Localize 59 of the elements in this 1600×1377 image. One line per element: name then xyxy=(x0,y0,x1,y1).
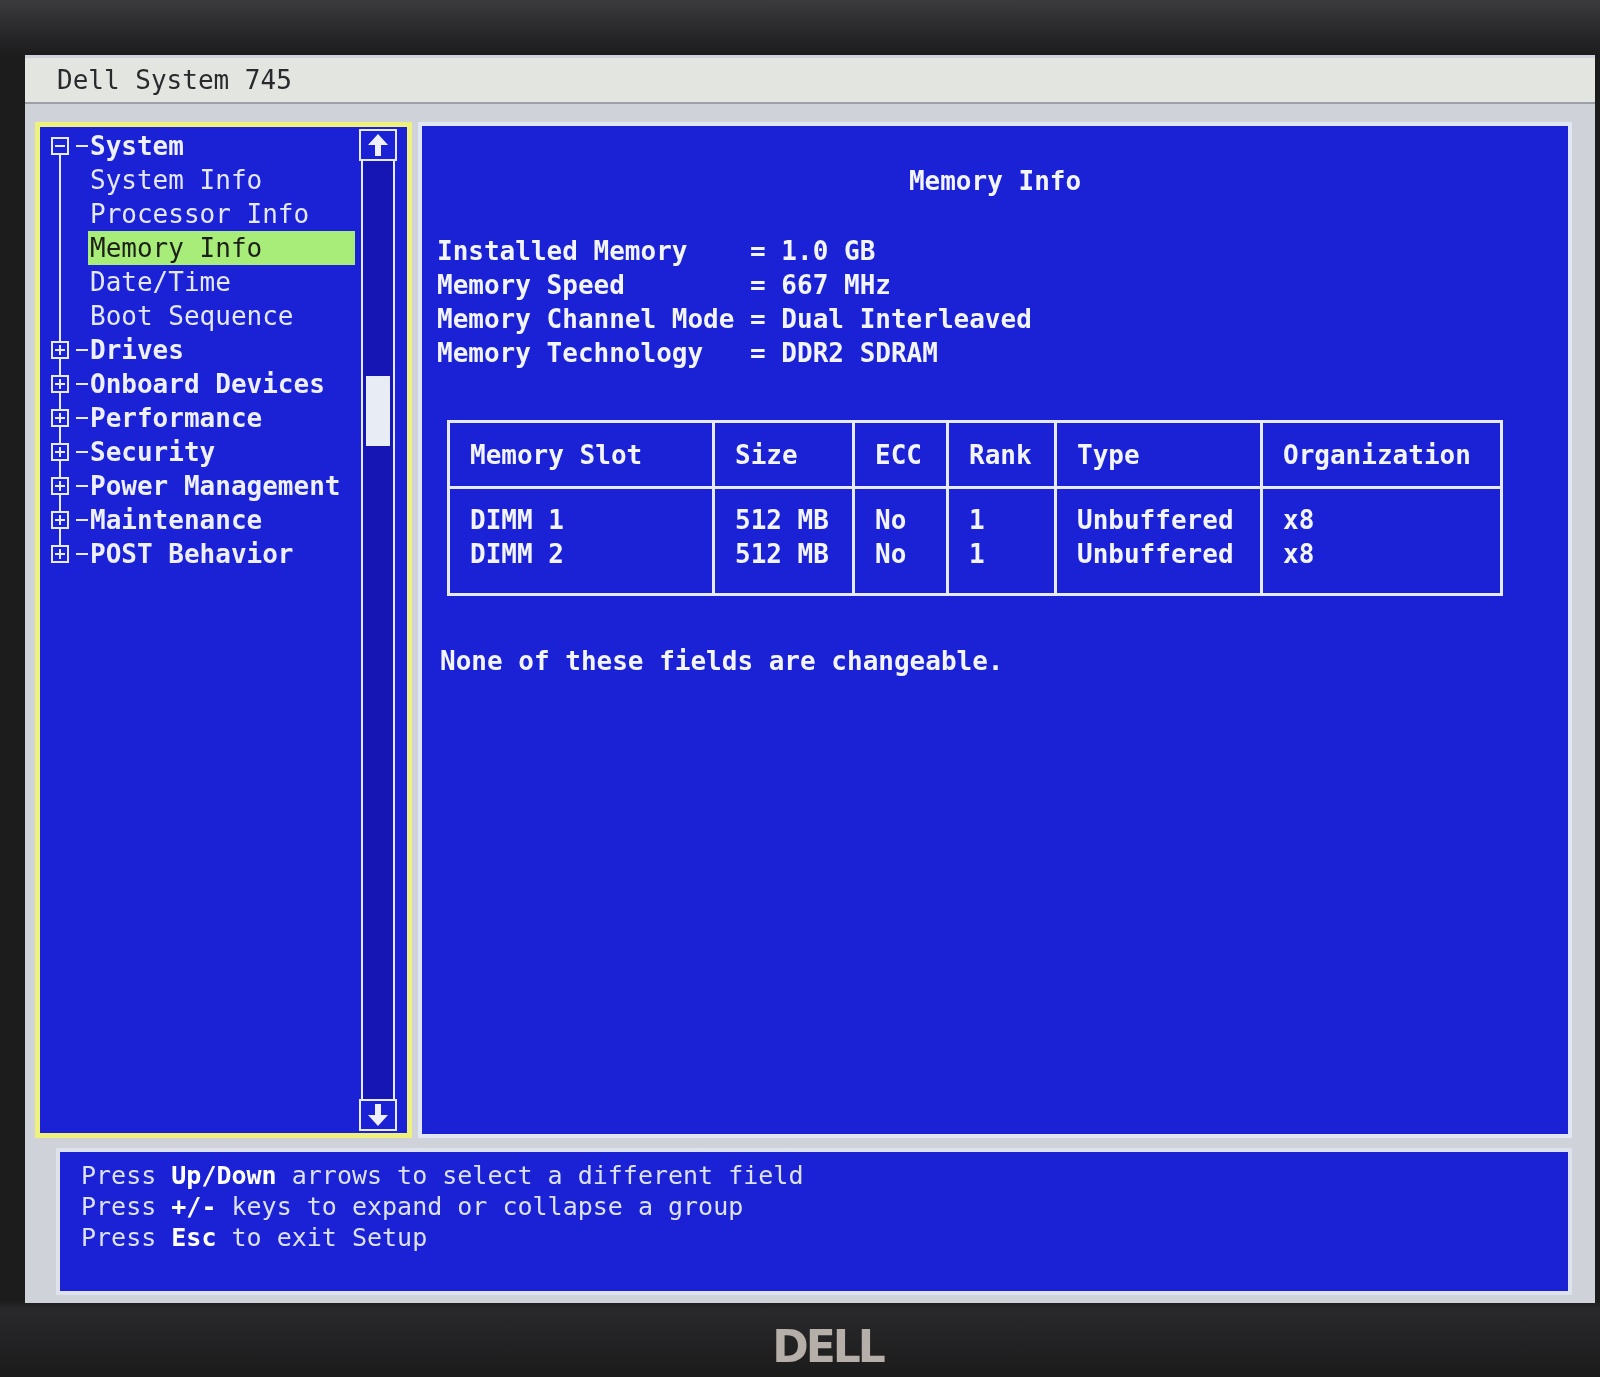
field-label: Memory Speed xyxy=(437,269,626,302)
column-header: Type xyxy=(1055,421,1262,488)
table-cell: No xyxy=(853,487,948,537)
table-cell: 1 xyxy=(947,487,1056,537)
window-title: Dell System 745 xyxy=(57,65,292,95)
plus-box-icon[interactable] xyxy=(51,375,69,393)
table-cell: x8 xyxy=(1261,537,1502,595)
field-value: DDR2 SDRAM xyxy=(781,337,939,370)
tree-item[interactable]: Performance xyxy=(88,401,263,435)
column-header: Memory Slot xyxy=(448,421,714,488)
plus-box-icon[interactable] xyxy=(51,477,69,495)
table-cell: x8 xyxy=(1261,487,1502,537)
tree-item[interactable]: Boot Sequence xyxy=(88,299,294,333)
column-header: ECC xyxy=(853,421,948,488)
table-cell: 1 xyxy=(947,537,1056,595)
tree-item[interactable]: System Info xyxy=(88,163,263,197)
table-cell: 512 MB xyxy=(713,537,854,595)
section-title: Memory Info xyxy=(908,166,1082,196)
tree-item[interactable]: Date/Time xyxy=(88,265,231,299)
field-label: Installed Memory xyxy=(437,235,689,268)
scrollbar-thumb[interactable] xyxy=(366,376,390,446)
table-cell: Unbuffered xyxy=(1055,537,1262,595)
table-cell: No xyxy=(853,537,948,595)
equals-sign: = xyxy=(750,269,766,302)
field-value: 1.0 GB xyxy=(781,235,877,268)
tree-item[interactable]: POST Behavior xyxy=(88,537,294,571)
table-cell: DIMM 2 xyxy=(448,537,714,595)
plus-box-icon[interactable] xyxy=(51,511,69,529)
field-value: 667 MHz xyxy=(781,269,892,302)
tree-item[interactable]: Drives xyxy=(88,333,184,367)
tree-item[interactable]: Maintenance xyxy=(88,503,263,537)
table-cell: 512 MB xyxy=(713,487,854,537)
brand-logo: DELL xyxy=(772,1325,883,1369)
equals-sign: = xyxy=(750,337,766,370)
tree-item[interactable]: Security xyxy=(88,435,216,469)
tree-item[interactable]: Memory Info xyxy=(88,231,355,265)
help-text: Press +/- keys to expand or collapse a group xyxy=(81,1192,744,1221)
help-text: Press Up/Down arrows to select a different field xyxy=(81,1161,804,1190)
help-text: Press Esc to exit Setup xyxy=(81,1223,428,1252)
equals-sign: = xyxy=(750,303,766,336)
column-header: Organization xyxy=(1261,421,1502,488)
column-header: Size xyxy=(713,421,854,488)
plus-box-icon[interactable] xyxy=(51,443,69,461)
plus-box-icon[interactable] xyxy=(51,341,69,359)
minus-box-icon[interactable] xyxy=(51,137,69,155)
plus-box-icon[interactable] xyxy=(51,409,69,427)
column-header: Rank xyxy=(947,421,1056,488)
equals-sign: = xyxy=(750,235,766,268)
field-label: Memory Channel Mode xyxy=(437,303,735,336)
tree-item[interactable]: Onboard Devices xyxy=(88,367,325,401)
tree-item[interactable]: Power Management xyxy=(88,469,341,503)
table-cell: DIMM 1 xyxy=(448,487,714,537)
plus-box-icon[interactable] xyxy=(51,545,69,563)
tree-item[interactable]: System xyxy=(88,129,184,163)
table-cell: Unbuffered xyxy=(1055,487,1262,537)
field-value: Dual Interleaved xyxy=(781,303,1032,336)
tree-item[interactable]: Processor Info xyxy=(88,197,310,231)
info-note: None of these fields are changeable. xyxy=(440,646,1004,676)
field-label: Memory Technology xyxy=(437,337,705,370)
